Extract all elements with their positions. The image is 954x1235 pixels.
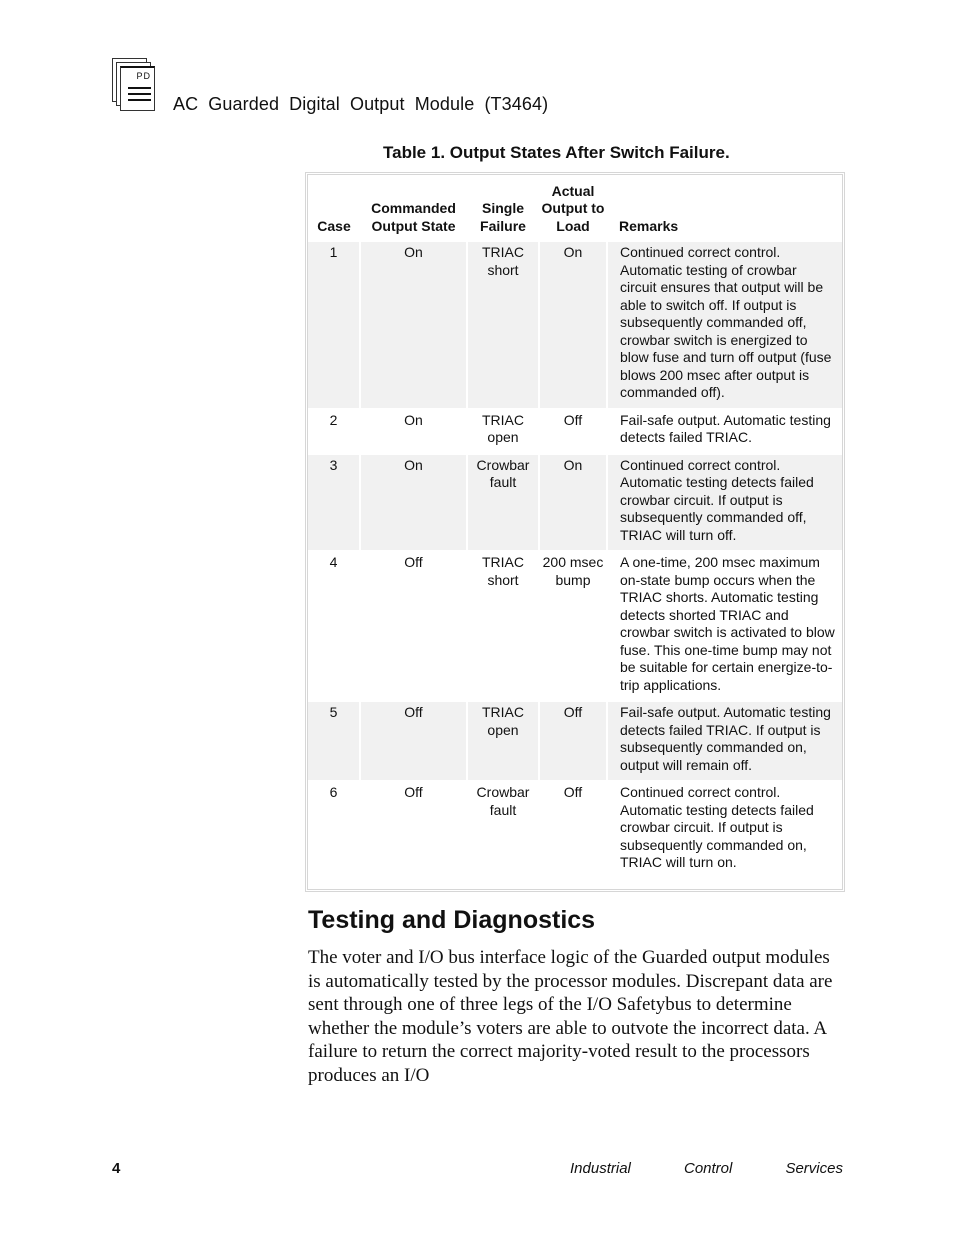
column-header-remarks: Remarks [619,217,679,234]
icon-label: PD [136,71,151,81]
section-heading: Testing and Diagnostics [308,906,596,934]
cell-remarks: Fail-safe output. Automatic testing dete… [606,408,842,454]
cell-actual-output: On [538,453,607,551]
cell-commanded: On [359,453,467,551]
cell-single-failure: TRIAC open [466,408,539,454]
cell-case: 2 [329,411,338,428]
cell-single-failure: TRIAC open [466,701,539,781]
cell-single-failure: Crowbar fault [466,781,539,878]
cell-remarks: Fail-safe output. Automatic testing dete… [606,701,842,781]
cell-remarks: Continued correct control. Automatic tes… [606,781,842,878]
cell-case: 4 [329,554,338,570]
table-header-row: Case Commanded Output State Single Failu… [308,175,842,241]
cell-case: 5 [308,701,360,781]
cell-commanded: Off [359,701,467,781]
table-row: 2 On TRIAC open Off Fail-safe output. Au… [308,408,842,454]
cell-actual-output: Off [538,408,607,454]
cell-commanded: Off [359,781,467,878]
cell-actual-output: On [538,241,607,409]
footer-word: Industrial [570,1160,631,1177]
column-header-actual-output: Actual Output to Load [541,182,605,234]
cell-single-failure: TRIAC short [466,241,539,409]
output-states-table: Case Commanded Output State Single Failu… [305,172,845,892]
cell-single-failure: Crowbar fault [466,453,539,551]
footer-word: Control [683,1160,733,1177]
cell-commanded: On [359,408,467,454]
document-stack-icon: PD [112,58,156,112]
column-header-case: Case [317,217,351,234]
cell-actual-output: Off [538,781,607,878]
table-caption: Table 1. Output States After Switch Fail… [383,143,730,162]
table-row: 1 On TRIAC short On Continued correct co… [308,241,842,409]
cell-single-failure: TRIAC short [466,551,539,701]
cell-case: 1 [308,241,360,409]
table-row: 6 Off Crowbar fault Off Continued correc… [308,781,842,878]
page-number: 4 [112,1160,121,1177]
footer-company-name: Industrial Control Services [570,1160,843,1177]
cell-actual-output: 200 msec bump [538,551,607,701]
cell-remarks: A one-time, 200 msec maximum on-state bu… [606,551,842,701]
table-row: 5 Off TRIAC open Off Fail-safe output. A… [308,701,842,781]
cell-remarks: Continued correct control. Automatic tes… [606,241,842,409]
cell-commanded: On [359,241,467,409]
cell-commanded: Off [359,551,467,701]
table-row: 4 Off TRIAC short 200 msec bump A one-ti… [308,551,842,701]
cell-actual-output: Off [538,701,607,781]
column-header-commanded: Commanded Output State [371,200,456,234]
table-row: 3 On Crowbar fault On Continued correct … [308,453,842,551]
cell-case: 6 [329,784,338,800]
column-header-single-failure: Single Failure [480,200,526,234]
cell-remarks: Continued correct control. Automatic tes… [606,453,842,551]
cell-case: 3 [308,453,360,551]
body-paragraph: The voter and I/O bus interface logic of… [308,947,833,1086]
footer-word: Services [785,1160,843,1177]
running-header-title: AC Guarded Digital Output Module (T3464) [173,94,549,114]
